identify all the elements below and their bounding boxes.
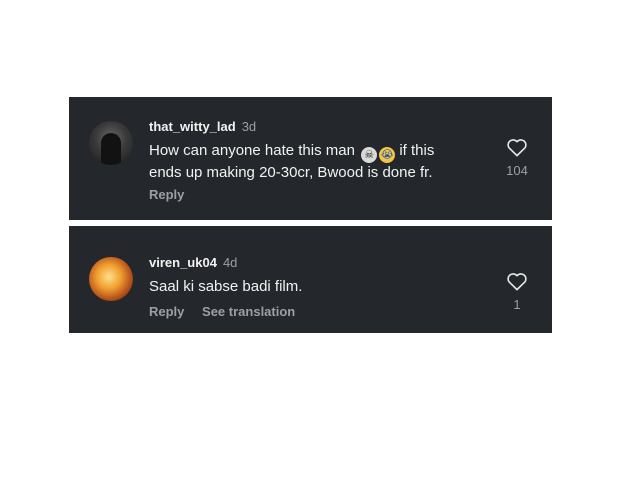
comment-meta: that_witty_lad 3d (149, 119, 256, 134)
like-control[interactable]: 1 (505, 271, 529, 312)
comment-meta: viren_uk04 4d (149, 255, 237, 270)
timestamp: 3d (241, 119, 257, 134)
comment-text-start: How can anyone hate this man (149, 142, 355, 159)
comment-actions: Reply (149, 187, 198, 202)
like-count: 1 (513, 297, 521, 312)
reply-button[interactable]: Reply (149, 304, 184, 319)
see-translation-button[interactable]: See translation (202, 304, 295, 319)
reply-button[interactable]: Reply (149, 187, 184, 202)
comment-text: How can anyone hate this man ☠ 😭 if this … (149, 141, 469, 183)
avatar[interactable] (89, 257, 133, 301)
heart-icon[interactable] (506, 271, 528, 291)
like-control[interactable]: 104 (505, 137, 529, 178)
skull-emoji-icon: ☠ (361, 147, 378, 163)
timestamp: 4d (222, 255, 238, 270)
comment-actions: Reply See translation (149, 304, 309, 319)
username[interactable]: viren_uk04 (149, 255, 217, 270)
crying-face-emoji-icon: 😭 (379, 147, 396, 163)
avatar-figure (101, 133, 121, 165)
like-count: 104 (506, 163, 528, 178)
username[interactable]: that_witty_lad (149, 119, 236, 134)
comment-card: viren_uk04 4d Saal ki sabse badi film. Re… (69, 226, 552, 333)
comment-card: that_witty_lad 3d How can anyone hate thi… (69, 97, 552, 220)
avatar[interactable] (89, 121, 133, 165)
heart-icon[interactable] (506, 137, 528, 157)
comment-text: Saal ki sabse badi film. (149, 278, 303, 295)
